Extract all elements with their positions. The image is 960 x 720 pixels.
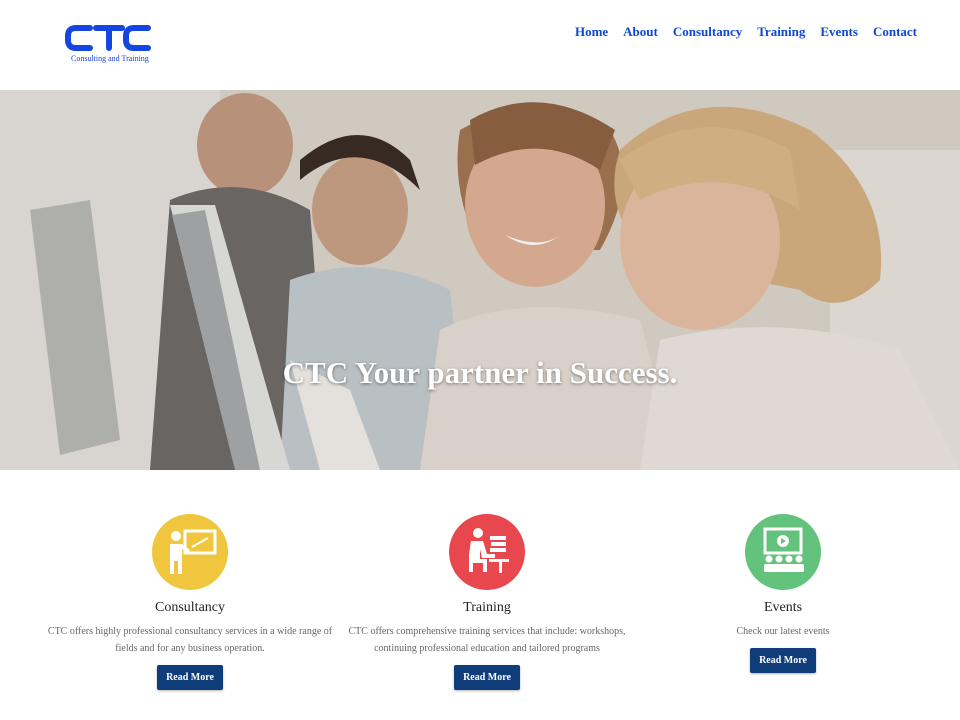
- logo-tagline: Consulting and Training: [71, 54, 149, 63]
- feature-title: Training: [463, 600, 511, 615]
- read-more-button[interactable]: Read More: [454, 665, 520, 690]
- feature-events: Events Check our latest events Read More: [633, 514, 933, 673]
- feature-title: Consultancy: [155, 600, 225, 615]
- feature-description: Check our latest events: [736, 626, 830, 637]
- nav-home[interactable]: Home: [575, 24, 608, 40]
- nav-consultancy[interactable]: Consultancy: [673, 24, 742, 40]
- read-more-button[interactable]: Read More: [157, 665, 223, 690]
- feature-description: CTC offers highly professional consultan…: [47, 626, 333, 654]
- read-more-button[interactable]: Read More: [750, 648, 816, 673]
- student-desk-icon: [449, 514, 525, 590]
- nav-contact[interactable]: Contact: [873, 24, 917, 40]
- hero-title: CTC Your partner in Success.: [282, 355, 678, 390]
- ctc-logo-mark: [65, 25, 151, 51]
- nav-events[interactable]: Events: [820, 24, 858, 40]
- nav-training[interactable]: Training: [757, 24, 805, 40]
- feature-consultancy: Consultancy CTC offers highly profession…: [40, 514, 340, 690]
- nav-about[interactable]: About: [623, 24, 658, 40]
- hero-banner: CTC Your partner in Success.: [0, 90, 960, 470]
- presentation-audience-icon: [745, 514, 821, 590]
- logo[interactable]: Consulting and Training: [64, 22, 154, 64]
- feature-training: Training CTC offers comprehensive traini…: [337, 514, 637, 690]
- site-header: Consulting and Training Home About Consu…: [0, 0, 960, 90]
- teacher-board-icon: [152, 514, 228, 590]
- feature-description: CTC offers comprehensive training servic…: [348, 626, 626, 654]
- hero-photo: [0, 90, 960, 470]
- main-nav: Home About Consultancy Training Events C…: [575, 24, 917, 40]
- feature-title: Events: [763, 600, 803, 615]
